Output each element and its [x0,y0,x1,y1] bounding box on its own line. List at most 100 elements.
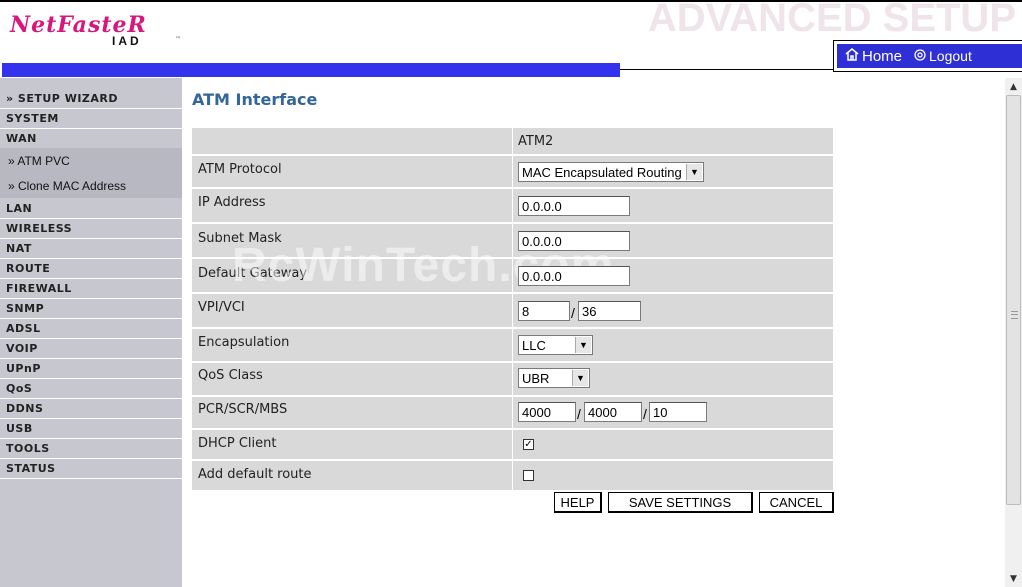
sidebar-subitem-label: » ATM PVC [8,154,70,168]
home-icon [845,47,859,65]
row-qos-class: QoS Class [192,363,833,395]
grip-icon [1011,311,1018,319]
sidebar-item-adsl[interactable]: ADSL [0,318,182,339]
sidebar-item-label: USB [6,422,33,435]
row-encapsulation: Encapsulation [192,329,833,361]
vci-input[interactable]: 36 [578,301,641,321]
sidebar-item-tools[interactable]: TOOLS [0,438,182,459]
sidebar-item-label: UPnP [6,362,41,375]
sidebar-item-wireless[interactable]: WIRELESS [0,218,182,239]
column-divider [512,294,513,327]
row-vpi-vci: VPI/VCI [192,294,833,327]
subnet-mask-input[interactable]: 0.0.0.0 [518,231,630,251]
sidebar-item-label: » SETUP WIZARD [6,92,119,105]
home-link[interactable]: Home [845,48,902,65]
sidebar-item-label: WIRELESS [6,222,73,235]
sidebar-item-label: DDNS [6,402,44,415]
scr-input[interactable]: 4000 [584,402,642,422]
field-label: DHCP Client [198,436,277,451]
column-divider [512,156,513,187]
pcr-scr-separator: / [577,406,581,422]
scroll-down-arrow-icon[interactable]: ▼ [1005,570,1022,587]
qos-class-select[interactable]: UBR ▼ [518,368,590,388]
scroll-thumb[interactable] [1006,95,1021,505]
encapsulation-select[interactable]: LLC ▼ [518,335,593,355]
column-header: ATM2 [518,134,554,149]
sidebar-item-label: WAN [6,132,37,145]
cancel-button[interactable]: CANCEL [759,492,834,513]
sidebar-item-status[interactable]: STATUS [0,458,182,479]
sidebar-item-nat[interactable]: NAT [0,238,182,259]
sidebar-item-snmp[interactable]: SNMP [0,298,182,319]
field-label: QoS Class [198,368,263,383]
sidebar-item-label: FIREWALL [6,282,72,295]
sidebar-item-label: TOOLS [6,442,50,455]
ip-address-input[interactable]: 0.0.0.0 [518,196,630,216]
help-button[interactable]: HELP [554,492,602,513]
sidebar-item-setup-wizard[interactable]: » SETUP WIZARD [0,88,182,109]
sidebar-item-voip[interactable]: VOIP [0,338,182,359]
sidebar-item-label: LAN [6,202,33,215]
sidebar-item-label: ADSL [6,322,41,335]
sidebar-item-lan[interactable]: LAN [0,198,182,219]
header-divider [620,69,834,70]
add-default-route-checkbox[interactable] [523,470,534,481]
encapsulation-value: LLC [522,338,546,353]
vpi-input[interactable]: 8 [518,301,570,321]
column-divider [512,363,513,395]
power-icon [914,48,926,64]
sidebar-item-usb[interactable]: USB [0,418,182,439]
sidebar-item-qos[interactable]: QoS [0,378,182,399]
column-divider [512,189,513,222]
sidebar-item-firewall[interactable]: FIREWALL [0,278,182,299]
pcr-input[interactable]: 4000 [518,402,576,422]
scr-mbs-separator: / [643,406,647,422]
column-divider [512,461,513,490]
sidebar-item-wan[interactable]: WAN [0,128,182,148]
field-label: Add default route [198,467,312,482]
qos-class-value: UBR [522,371,550,386]
sidebar-item-upnp[interactable]: UPnP [0,358,182,379]
sidebar-subitem-atm-pvc[interactable]: » ATM PVC [0,150,182,172]
field-label: PCR/SCR/MBS [198,402,288,417]
sidebar-item-route[interactable]: ROUTE [0,258,182,279]
sidebar-subitem-label: » Clone MAC Address [8,179,127,193]
logo-subtitle: IAD [112,34,142,48]
sidebar-item-ddns[interactable]: DDNS [0,398,182,419]
sidebar-item-label: SYSTEM [6,112,59,125]
vertical-scrollbar[interactable]: ▲ ▼ [1005,78,1022,587]
sidebar-item-label: VOIP [6,342,38,355]
header-blue-bar [2,63,620,77]
checkmark-icon: ✓ [524,439,533,450]
sidebar-item-system[interactable]: SYSTEM [0,108,182,129]
field-label: ATM Protocol [198,162,282,177]
sidebar-subitem-clone-mac[interactable]: » Clone MAC Address [0,175,182,197]
dhcp-client-checkbox[interactable]: ✓ [523,439,534,450]
page-title: ATM Interface [192,90,318,109]
field-label: VPI/VCI [198,300,245,315]
column-divider [512,329,513,361]
chevron-down-icon: ▼ [572,370,588,386]
top-navigation: Home Logout [833,40,1022,72]
brand-logo: NetFasteR IAD ™ [10,10,190,50]
atm-protocol-select[interactable]: MAC Encapsulated Routing ▼ [518,162,704,182]
row-pcr-scr-mbs: PCR/SCR/MBS [192,397,833,428]
top-navigation-bar: Home Logout [837,44,1022,68]
page-banner: ADVANCED SETUP [647,0,1016,40]
home-link-label: Home [862,47,903,65]
field-label: IP Address [198,195,266,210]
row-dhcp-client: DHCP Client [192,430,833,459]
sidebar-item-label: SNMP [6,302,45,315]
logo-trademark: ™ [175,36,181,43]
default-gateway-input[interactable]: 0.0.0.0 [518,266,630,286]
logout-link[interactable]: Logout [914,48,972,64]
scroll-up-arrow-icon[interactable]: ▲ [1005,78,1022,95]
logout-link-label: Logout [929,48,972,64]
sidebar-item-label: STATUS [6,462,56,475]
field-label: Encapsulation [198,335,290,350]
column-divider [512,128,513,154]
sidebar-item-label: NAT [6,242,32,255]
chevron-down-icon: ▼ [686,164,702,180]
save-settings-button[interactable]: SAVE SETTINGS [608,492,753,513]
mbs-input[interactable]: 10 [649,402,707,422]
